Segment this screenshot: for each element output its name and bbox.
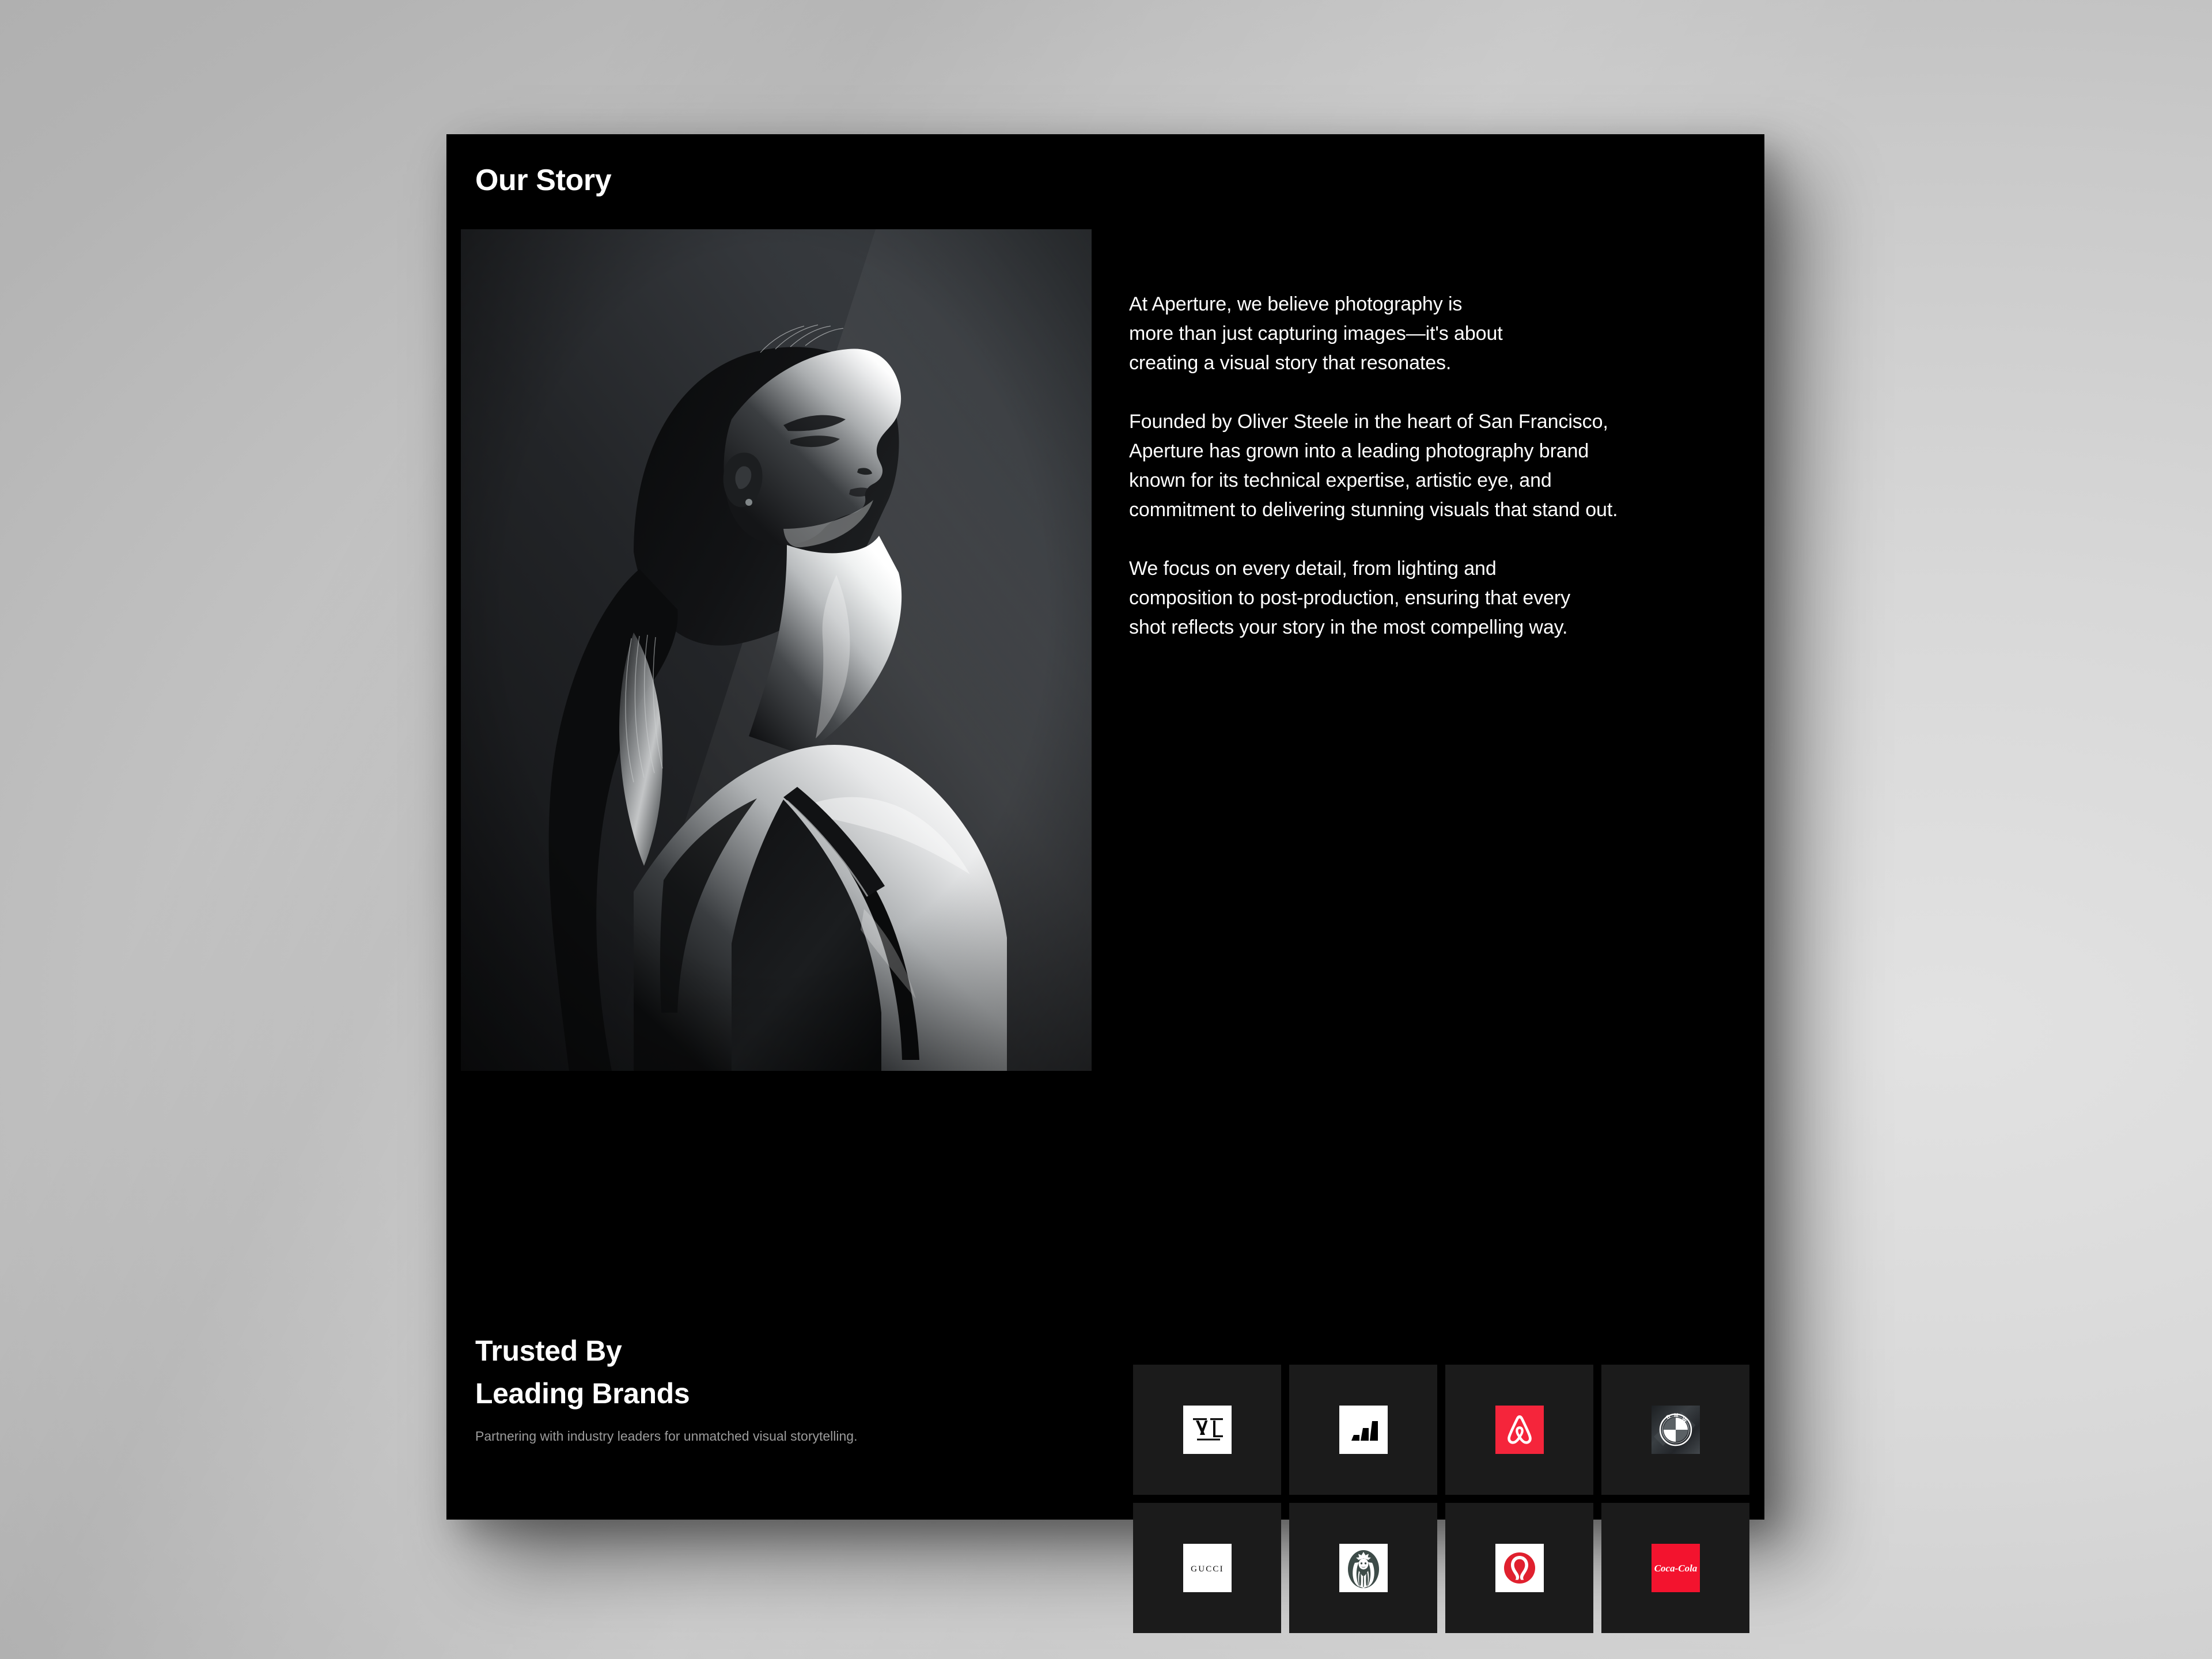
trusted-by-subtitle: Partnering with industry leaders for unm…	[475, 1429, 858, 1444]
trusted-by-block: Trusted By Leading Brands Partnering wit…	[475, 1330, 1080, 1445]
adidas-logo-patch	[1339, 1406, 1388, 1454]
our-story-card: Our Story At Aperture, we believe photog…	[446, 134, 1764, 1633]
story-paragraph-2: Founded by Oliver Steele in the heart of…	[1129, 411, 1618, 521]
story-paragraph-1: At Aperture, we believe photography is m…	[1129, 293, 1503, 374]
starbucks-logo	[1347, 1550, 1379, 1588]
trusted-by-heading-line-2: Leading Brands	[475, 1377, 690, 1410]
brand-logo-grid: B M W GUCCI Coca-Cola	[1133, 1365, 1749, 1633]
coca-cola-logo: Coca-Cola	[1654, 1563, 1697, 1574]
trusted-by-heading-line-1: Trusted By	[475, 1335, 622, 1367]
svg-text:Coca-Cola: Coca-Cola	[1654, 1563, 1697, 1574]
lululemon-logo	[1503, 1552, 1535, 1584]
brand-tile-starbucks[interactable]	[1289, 1503, 1437, 1633]
portrait-illustration	[461, 229, 1092, 1071]
trusted-by-heading: Trusted By Leading Brands	[475, 1330, 1080, 1415]
gucci-logo-patch: GUCCI	[1183, 1544, 1232, 1592]
brand-tile-airbnb[interactable]	[1445, 1365, 1593, 1495]
bmw-logo: B M W	[1651, 1406, 1700, 1454]
brand-tile-bmw[interactable]: B M W	[1601, 1365, 1749, 1495]
story-text-block: At Aperture, we believe photography is m…	[1129, 290, 1711, 642]
hero-portrait-image	[461, 229, 1092, 1071]
brand-tile-lululemon[interactable]	[1445, 1503, 1593, 1633]
louis-vuitton-logo-patch	[1183, 1406, 1232, 1454]
page-title: Our Story	[475, 164, 612, 197]
brand-tile-coca-cola[interactable]: Coca-Cola	[1601, 1503, 1749, 1633]
brand-tile-louis-vuitton[interactable]	[1133, 1365, 1281, 1495]
airbnb-logo-patch	[1495, 1406, 1544, 1454]
coca-cola-logo-patch: Coca-Cola	[1651, 1544, 1700, 1592]
louis-vuitton-logo	[1192, 1418, 1223, 1441]
lululemon-logo-patch	[1495, 1544, 1544, 1592]
airbnb-logo	[1507, 1415, 1532, 1444]
svg-text:M: M	[1674, 1412, 1679, 1418]
adidas-logo	[1351, 1421, 1378, 1441]
starbucks-logo-patch	[1339, 1544, 1388, 1592]
gucci-logo: GUCCI	[1191, 1565, 1224, 1574]
brand-tile-gucci[interactable]: GUCCI	[1133, 1503, 1281, 1633]
story-paragraph-3: We focus on every detail, from lighting …	[1129, 558, 1570, 638]
svg-text:GUCCI: GUCCI	[1191, 1565, 1224, 1574]
brand-tile-adidas[interactable]	[1289, 1365, 1437, 1495]
bmw-logo-patch: B M W	[1651, 1406, 1700, 1454]
